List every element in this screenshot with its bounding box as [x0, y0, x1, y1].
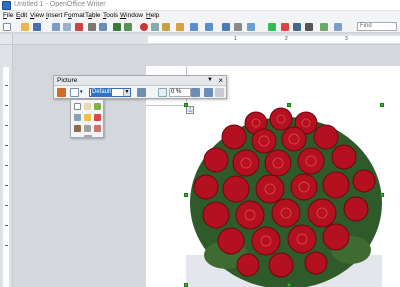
- email-icon[interactable]: [52, 23, 60, 31]
- transparency-input[interactable]: 0 %: [169, 88, 191, 97]
- open-folder-icon[interactable]: [21, 23, 29, 31]
- resize-handle-right[interactable]: [380, 193, 384, 197]
- picture-toolbar-titlebar[interactable]: Picture ▼ ×: [54, 76, 226, 86]
- mosaic-filter-icon[interactable]: [94, 125, 101, 132]
- spellcheck-icon[interactable]: [113, 23, 121, 31]
- ruler-tick: [5, 125, 8, 126]
- find-input[interactable]: Find: [357, 22, 397, 31]
- standard-toolbar: [0, 21, 400, 33]
- relief-filter-icon[interactable]: [84, 125, 91, 132]
- horizontal-ruler[interactable]: 1 2 3: [13, 34, 400, 45]
- close-icon[interactable]: ×: [218, 76, 223, 85]
- menu-format[interactable]: Format: [64, 11, 85, 21]
- data-sources-icon[interactable]: [293, 23, 301, 31]
- ruler-tick: [5, 85, 8, 86]
- menu-view[interactable]: View: [30, 11, 44, 21]
- resize-handle-top-left[interactable]: [184, 103, 188, 107]
- menu-window[interactable]: Window: [120, 11, 143, 21]
- zoom-icon[interactable]: [320, 23, 328, 31]
- ruler-tick: [5, 105, 8, 106]
- ruler-page-area: [3, 67, 9, 287]
- hyperlink-icon[interactable]: [222, 23, 230, 31]
- nonprinting-characters-icon[interactable]: [305, 23, 313, 31]
- ruler-corner: [0, 34, 13, 45]
- frame-properties-icon[interactable]: [215, 88, 224, 97]
- resize-handle-bottom[interactable]: [287, 283, 291, 287]
- chevron-down-icon: ▼: [123, 89, 130, 96]
- menu-edit[interactable]: Edit: [16, 11, 27, 21]
- menu-file[interactable]: File: [3, 11, 14, 21]
- rose-bouquet-drawing: [186, 105, 382, 287]
- paste-icon[interactable]: [162, 23, 170, 31]
- flip-vertically-icon[interactable]: [191, 88, 200, 97]
- aging-filter-icon[interactable]: [94, 114, 101, 121]
- title-bar: Untitled 1 - OpenOffice Writer: [0, 0, 400, 11]
- transparency-icon: [158, 88, 167, 97]
- sharpen-filter-icon[interactable]: [94, 103, 101, 110]
- toolbar-options-icon[interactable]: ▼: [207, 77, 213, 83]
- chevron-down-icon[interactable]: ▾: [80, 88, 85, 97]
- cut-icon[interactable]: [140, 23, 148, 31]
- show-draw-functions-icon[interactable]: [247, 23, 255, 31]
- menu-insert[interactable]: Insert: [46, 11, 62, 21]
- resize-handle-top-right[interactable]: [380, 103, 384, 107]
- flip-horizontally-icon[interactable]: [204, 88, 213, 97]
- popup-drag-grip[interactable]: [84, 135, 92, 137]
- help-icon[interactable]: [334, 23, 342, 31]
- resize-handle-bottom-left[interactable]: [184, 283, 188, 287]
- clone-formatting-icon[interactable]: [176, 23, 184, 31]
- export-pdf-icon[interactable]: [75, 23, 83, 31]
- autospellcheck-icon[interactable]: [124, 23, 132, 31]
- page-preview-icon[interactable]: [99, 23, 107, 31]
- ruler-mark: 3: [345, 36, 348, 42]
- menu-tools[interactable]: Tools: [103, 11, 118, 21]
- save-icon[interactable]: [33, 23, 41, 31]
- ruler-tick: [5, 245, 8, 246]
- ruler-mark: 1: [234, 36, 237, 42]
- ruler-tick: [5, 165, 8, 166]
- color-icon[interactable]: [137, 88, 146, 97]
- ruler-tick: [5, 205, 8, 206]
- ruler-tick: [5, 185, 8, 186]
- resize-handle-top[interactable]: [287, 103, 291, 107]
- redo-icon[interactable]: [205, 23, 213, 31]
- window-title: Untitled 1 - OpenOffice Writer: [14, 1, 106, 8]
- ruler-tick: [5, 145, 8, 146]
- ruler-tick: [5, 225, 8, 226]
- solarization-filter-icon[interactable]: [84, 114, 91, 121]
- smooth-filter-icon[interactable]: [84, 103, 91, 110]
- copy-icon[interactable]: [151, 23, 159, 31]
- remove-noise-filter-icon[interactable]: [74, 114, 81, 121]
- navigator-icon[interactable]: [268, 23, 276, 31]
- edit-file-icon[interactable]: [63, 23, 71, 31]
- resize-handle-left[interactable]: [184, 193, 188, 197]
- invert-filter-icon[interactable]: [74, 103, 81, 110]
- menu-table[interactable]: Table: [85, 11, 101, 21]
- rose-bouquet-image[interactable]: [186, 105, 382, 287]
- charcoal-sketch-filter-icon[interactable]: [74, 125, 81, 132]
- table-icon[interactable]: [234, 23, 242, 31]
- graphic-filter-popup: [70, 99, 104, 138]
- from-file-icon[interactable]: [57, 88, 66, 97]
- text-boundary-line: [146, 105, 186, 106]
- openoffice-logo-icon: [2, 1, 11, 10]
- menu-help[interactable]: Help: [146, 11, 159, 21]
- ruler-page-area: [148, 36, 400, 43]
- ruler-mark: 2: [285, 36, 288, 42]
- graphics-mode-select[interactable]: Default ▼: [89, 88, 131, 97]
- anchor-icon[interactable]: ⚓: [186, 106, 194, 114]
- print-icon[interactable]: [88, 23, 96, 31]
- menu-bar: File Edit View Insert Format Table Tools…: [0, 11, 400, 21]
- picture-toolbar-title: Picture: [57, 77, 78, 84]
- undo-icon[interactable]: [190, 23, 198, 31]
- picture-toolbar: Picture ▼ × ▾ Default ▼ 0 %: [53, 75, 227, 99]
- vertical-ruler[interactable]: [0, 45, 13, 287]
- new-document-icon[interactable]: [3, 23, 11, 31]
- filter-icon[interactable]: [70, 88, 79, 97]
- graphics-mode-value: Default: [91, 89, 113, 96]
- gallery-icon[interactable]: [281, 23, 289, 31]
